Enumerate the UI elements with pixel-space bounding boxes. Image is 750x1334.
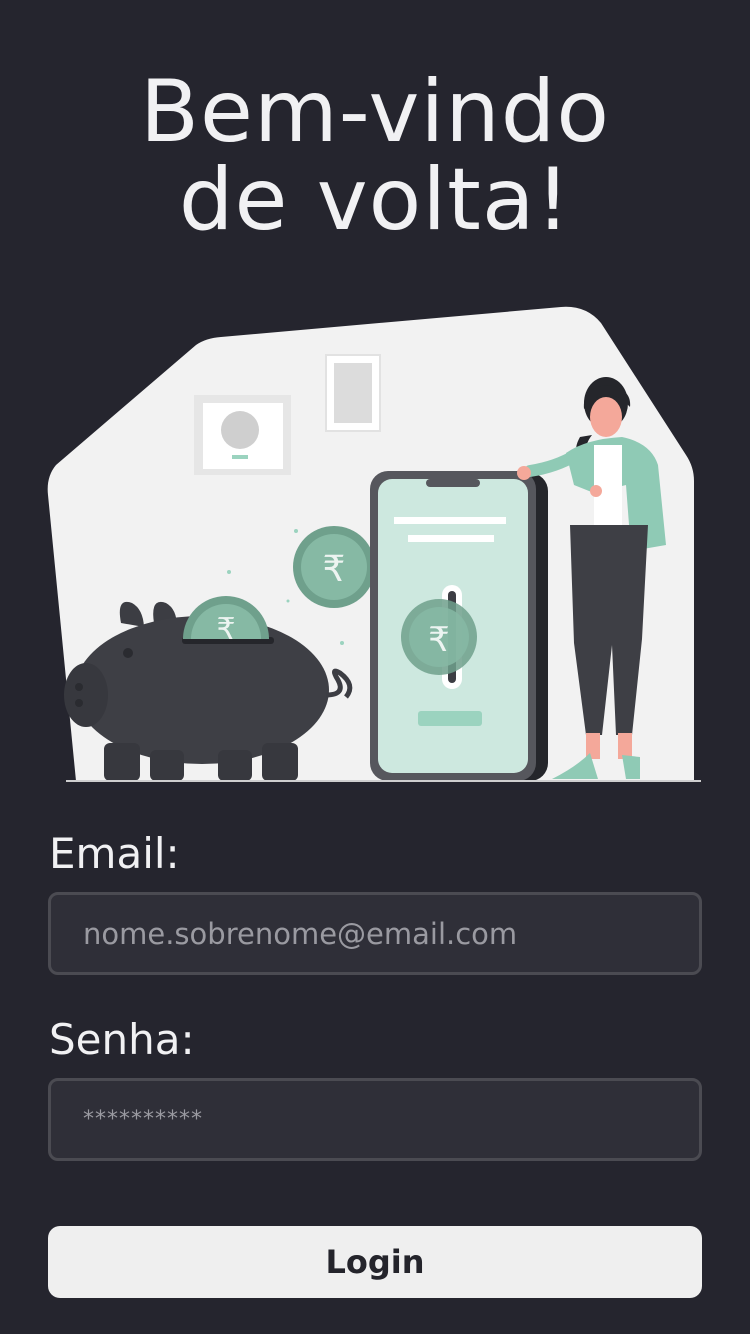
savings-illustration: ₹ ₹ ₹ [47,306,701,782]
svg-text:₹: ₹ [323,549,346,590]
coin-icon: ₹ [401,599,477,675]
email-field[interactable] [48,892,702,975]
page-title-line2: de volta! [178,150,572,250]
password-label: Senha: [49,1015,195,1064]
email-label: Email: [49,829,180,878]
coin-icon: ₹ [293,526,375,608]
frame-icon [194,395,291,475]
phone-icon: ₹ [370,471,548,781]
password-field[interactable] [48,1078,702,1161]
login-button[interactable]: Login [48,1226,702,1298]
login-screen: Bem-vindo de volta! ₹ ₹ ₹ Email: nome.so… [0,0,750,1334]
page-title-line1: Bem-vindo [140,62,610,162]
svg-text:₹: ₹ [428,620,450,660]
frame-icon [325,354,381,432]
svg-text:₹: ₹ [216,612,235,647]
